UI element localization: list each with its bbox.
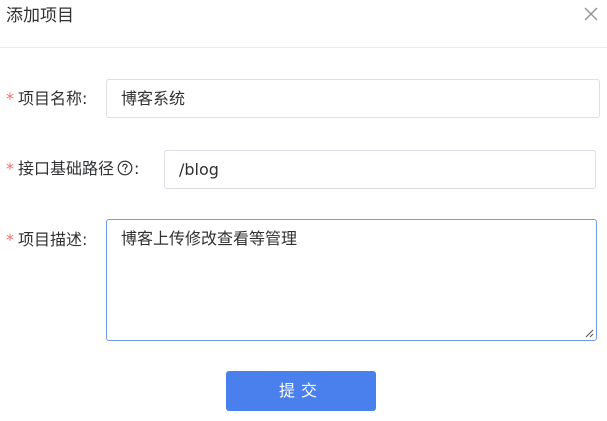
base-path-label-text: 接口基础路径 (18, 159, 115, 178)
base-path-label-suffix: : (134, 159, 140, 178)
project-name-label-text: 项目名称: (18, 89, 88, 108)
required-mark: * (6, 89, 14, 108)
base-path-value: /blog (179, 160, 219, 179)
dialog-title: 添加项目 (6, 6, 74, 26)
project-name-label: * 项目名称: (6, 87, 87, 111)
description-textarea[interactable]: 博客上传修改查看等管理 (106, 219, 597, 341)
project-name-input[interactable]: 博客系统 (106, 79, 600, 118)
resize-handle-icon[interactable] (585, 329, 594, 338)
dialog-header: 添加项目 (0, 0, 607, 48)
submit-button[interactable]: 提交 (226, 371, 376, 411)
description-value: 博客上传修改查看等管理 (121, 229, 298, 248)
description-label: * 项目描述: (6, 228, 87, 252)
base-path-input[interactable]: /blog (164, 150, 596, 189)
question-circle-icon[interactable] (117, 160, 133, 176)
project-name-value: 博客系统 (121, 89, 186, 108)
close-icon[interactable] (583, 6, 599, 22)
description-label-text: 项目描述: (18, 230, 88, 249)
base-path-label: * 接口基础路径 : (6, 157, 139, 181)
required-mark: * (6, 159, 14, 178)
required-mark: * (6, 230, 14, 249)
